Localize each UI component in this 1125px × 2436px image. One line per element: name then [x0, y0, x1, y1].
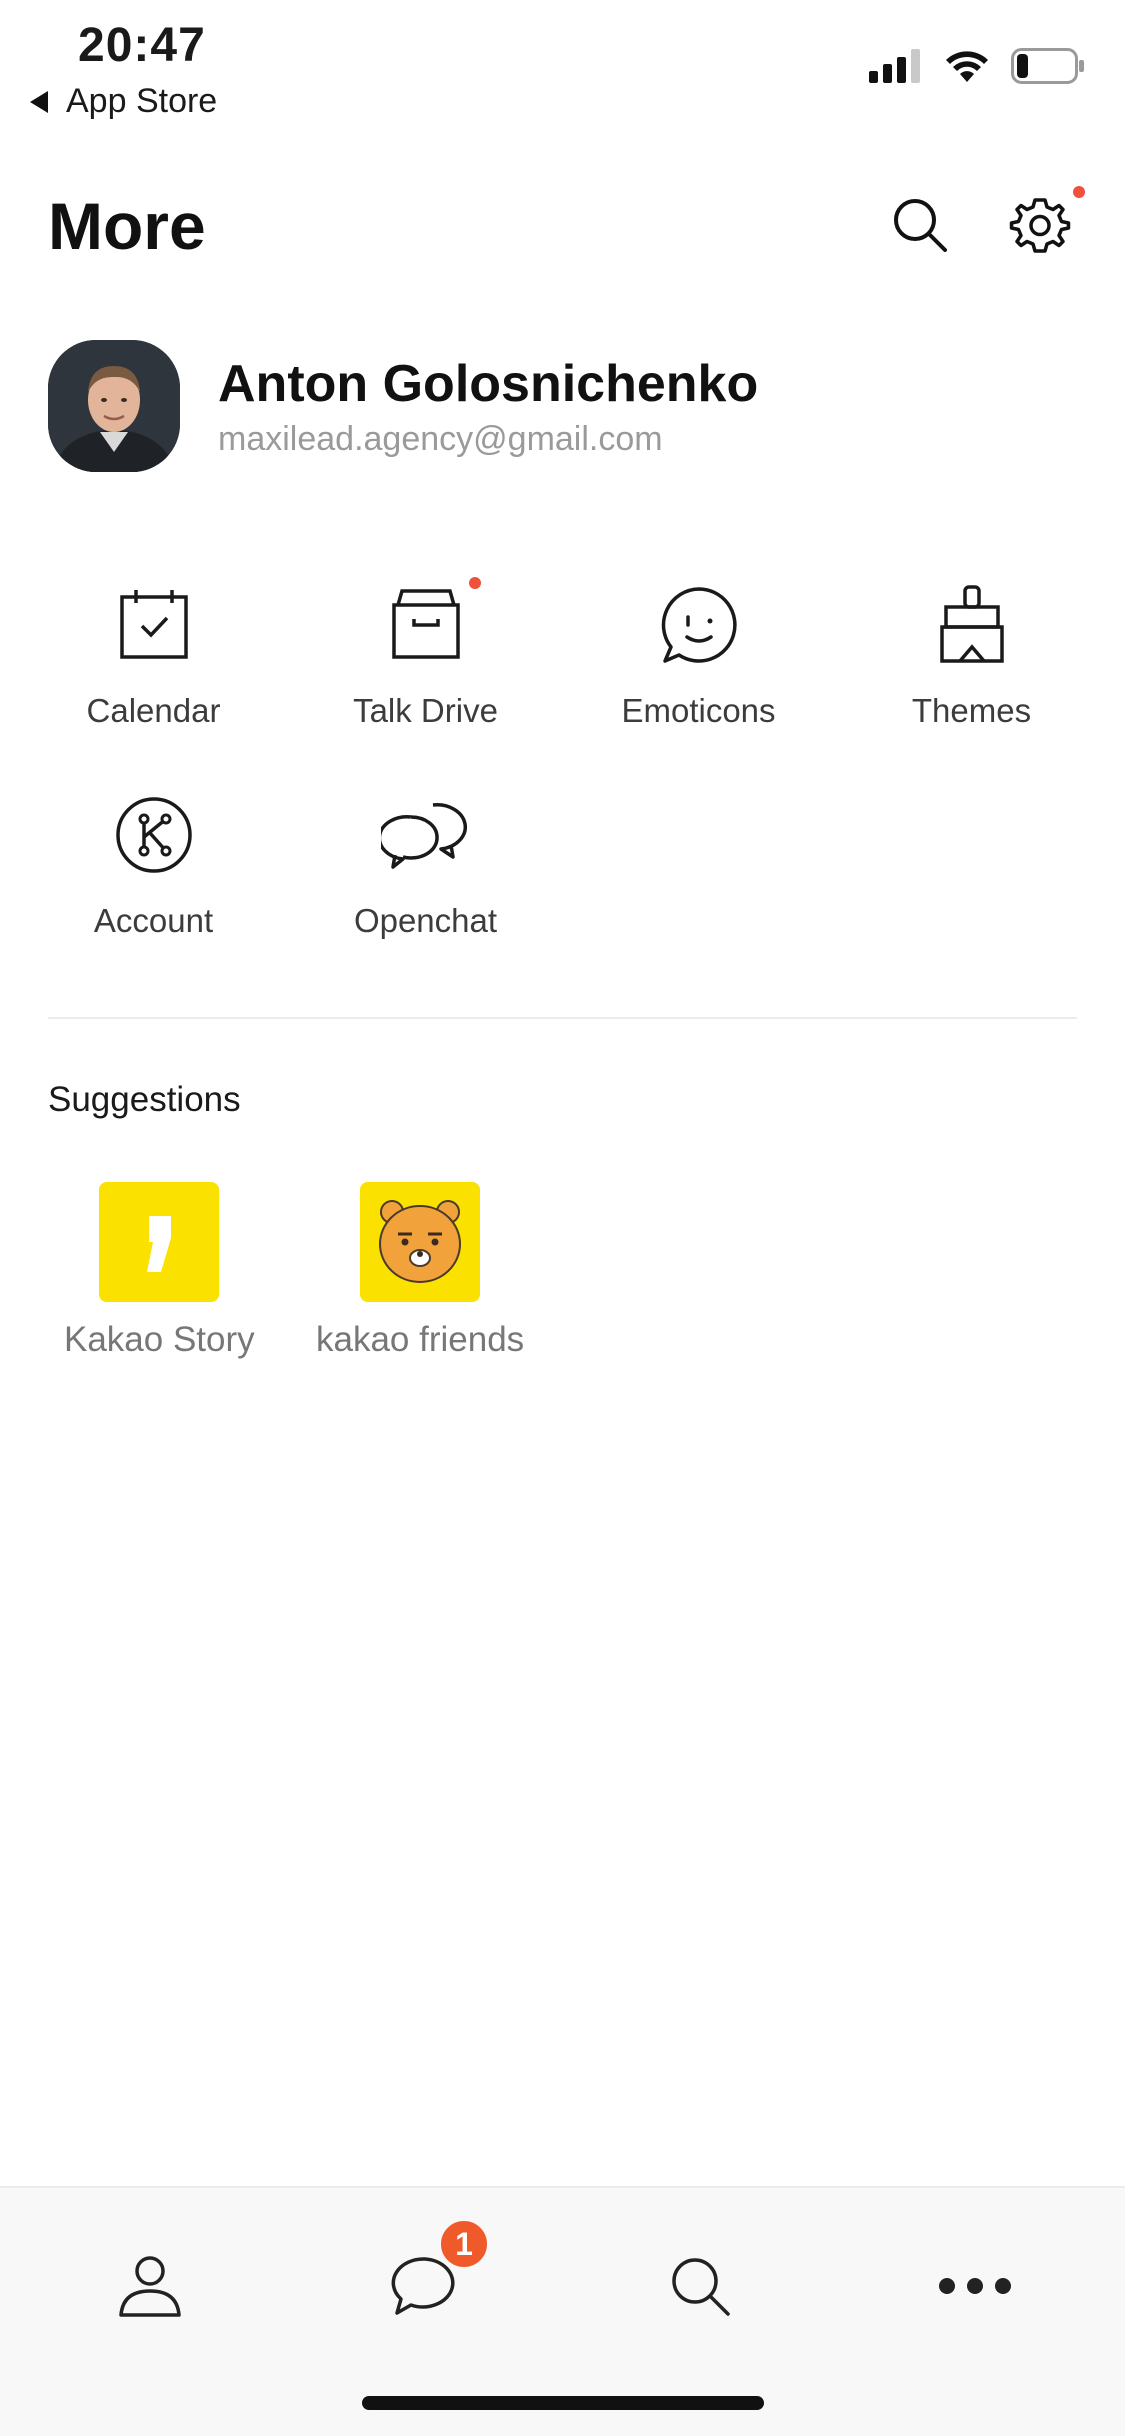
paintbrush-icon [939, 585, 1004, 663]
search-icon [672, 2258, 730, 2316]
status-time: 20:47 [78, 19, 206, 72]
status-bar: 20:47 App Store [0, 0, 1125, 130]
kakao-account-icon [115, 797, 192, 873]
suggestions-title: Suggestions [48, 1080, 241, 1119]
menu-account-label: Account [93, 902, 214, 939]
back-triangle-icon [30, 90, 48, 113]
home-indicator[interactable] [362, 2396, 764, 2410]
profile-email: maxilead.agency@gmail.com [218, 419, 663, 458]
back-to-app-store[interactable]: App Store [30, 82, 217, 121]
search-icon [894, 199, 947, 252]
gear-icon [1009, 198, 1071, 253]
openchat-bubbles-icon [380, 803, 467, 869]
status-icons [869, 48, 1085, 84]
kakao-friends-icon [360, 1182, 481, 1302]
calendar-icon [119, 590, 188, 659]
settings-notification-dot [1073, 186, 1085, 198]
menu-talk-drive[interactable]: Talk Drive [289, 577, 562, 730]
menu-themes[interactable]: Themes [835, 580, 1108, 730]
battery-icon [1011, 48, 1084, 84]
section-divider [48, 1017, 1077, 1019]
menu-openchat[interactable]: Openchat [289, 790, 562, 940]
menu-emoticons[interactable]: Emoticons [562, 580, 835, 730]
menu-calendar[interactable]: Calendar [17, 580, 290, 730]
drive-box-icon [391, 589, 460, 659]
more-dots-icon [939, 2278, 1011, 2294]
suggestion-kakao-friends-label: kakao friends [316, 1320, 525, 1359]
profile-row[interactable]: Anton Golosnichenko maxilead.agency@gmai… [48, 340, 758, 472]
back-label: App Store [66, 82, 218, 120]
kakao-story-icon [99, 1182, 220, 1302]
menu-openchat-label: Openchat [353, 902, 498, 939]
suggestion-kakao-friends[interactable]: kakao friends [316, 1182, 524, 1360]
tab-search[interactable] [650, 2236, 750, 2336]
menu-themes-label: Themes [911, 692, 1032, 729]
tab-more[interactable] [925, 2236, 1025, 2336]
signal-icon [869, 49, 920, 83]
menu-account[interactable]: Account [17, 790, 290, 940]
chats-badge: 1 [438, 2218, 490, 2270]
header-settings-button[interactable] [1005, 186, 1085, 260]
menu-calendar-label: Calendar [86, 692, 221, 729]
header-search-button[interactable] [885, 190, 955, 260]
menu-emoticons-label: Emoticons [621, 692, 776, 729]
profile-name: Anton Golosnichenko [218, 354, 759, 413]
person-icon [119, 2256, 181, 2317]
tab-friends[interactable] [100, 2236, 200, 2336]
suggestion-kakao-story-label: Kakao Story [64, 1320, 255, 1359]
wifi-icon [946, 51, 988, 82]
avatar [48, 340, 180, 472]
talk-drive-new-dot [468, 577, 481, 589]
emoticon-icon [661, 587, 737, 663]
suggestion-kakao-story[interactable]: Kakao Story [64, 1182, 255, 1360]
menu-talk-drive-label: Talk Drive [353, 692, 498, 729]
page-title: More [48, 189, 206, 263]
